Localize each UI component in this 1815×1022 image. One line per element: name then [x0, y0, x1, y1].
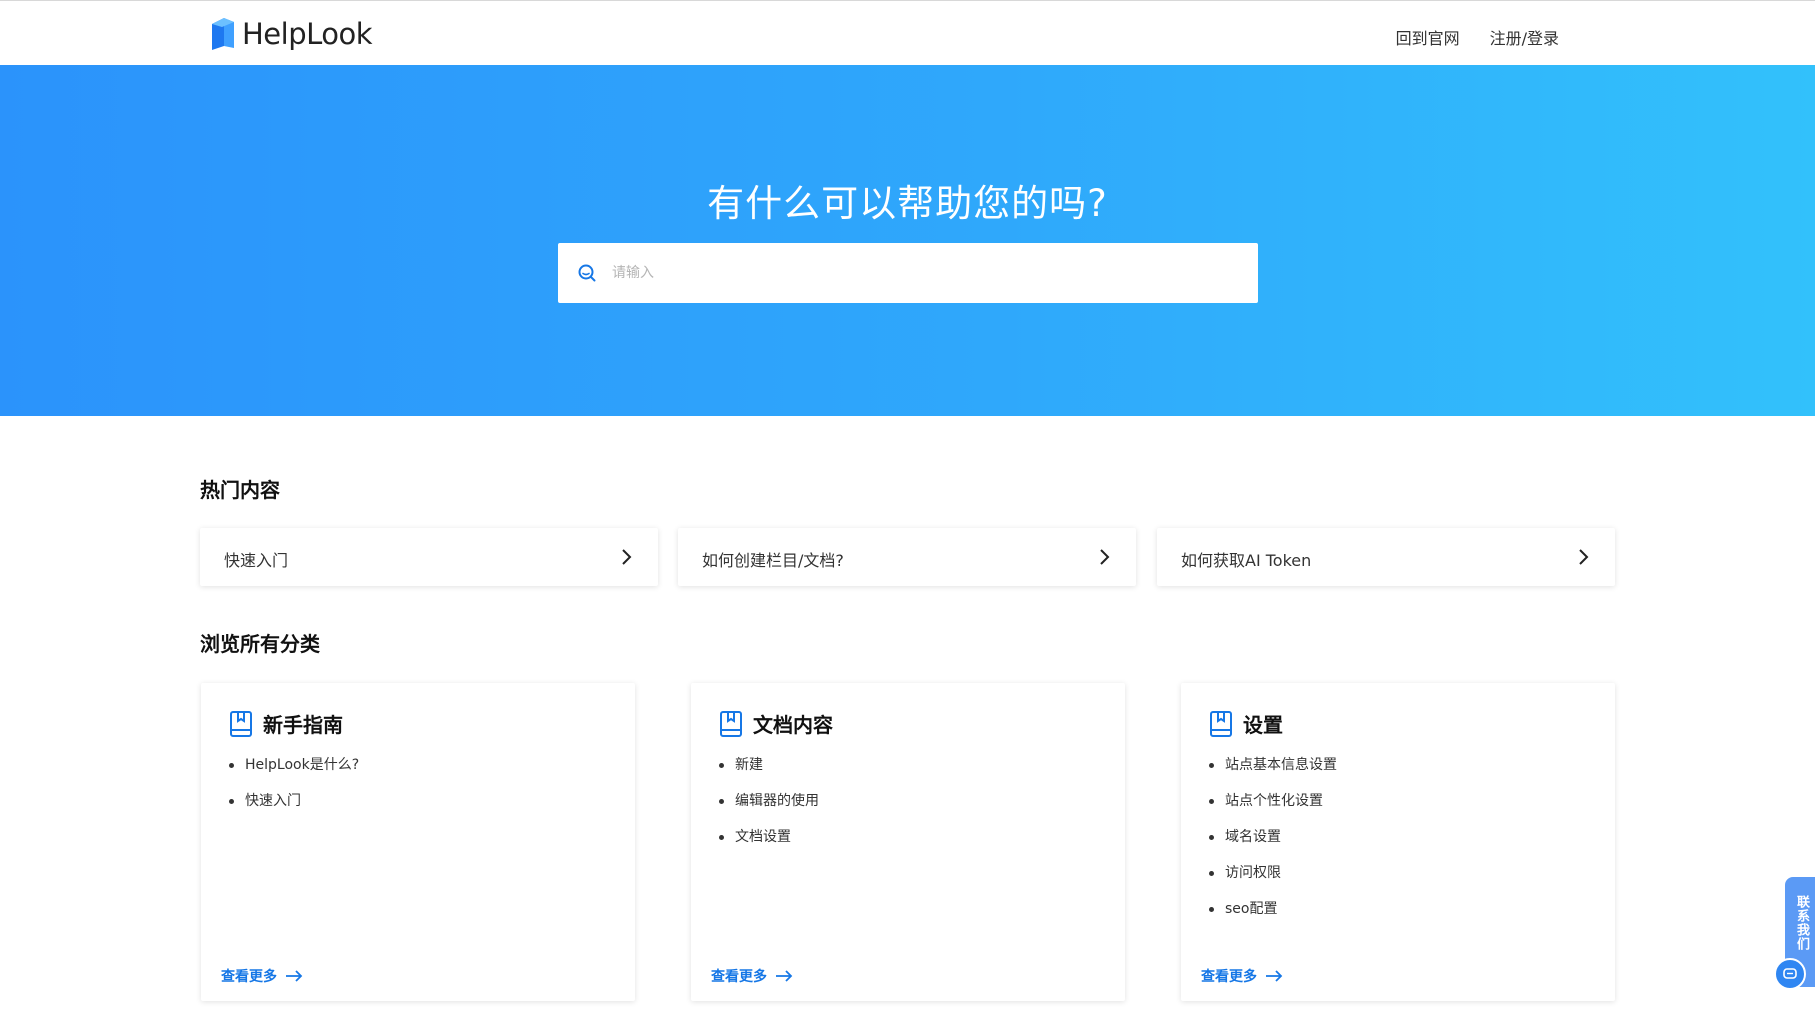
- hot-item-create-doc[interactable]: 如何创建栏目/文档?: [678, 528, 1136, 586]
- contact-us-label: 联系我们: [1794, 895, 1809, 951]
- category-article-link[interactable]: seo配置: [1209, 899, 1337, 935]
- category-article-link[interactable]: 新建: [719, 755, 819, 791]
- search-icon: [578, 264, 596, 282]
- hot-item-label: 如何获取AI Token: [1181, 551, 1312, 570]
- view-more-label: 查看更多: [221, 969, 277, 985]
- top-nav: 回到官网 注册/登录: [1396, 25, 1559, 49]
- category-article-link[interactable]: 站点基本信息设置: [1209, 755, 1337, 791]
- chevron-right-icon: [1100, 549, 1110, 565]
- category-article-link[interactable]: 域名设置: [1209, 827, 1337, 863]
- bullet: [719, 763, 724, 768]
- article-title: seo配置: [1225, 901, 1278, 917]
- search-box[interactable]: [558, 243, 1258, 303]
- hot-item-label: 快速入门: [224, 551, 289, 570]
- category-article-link[interactable]: 站点个性化设置: [1209, 791, 1337, 827]
- nav-back-to-site[interactable]: 回到官网: [1396, 25, 1460, 49]
- category-article-list: HelpLook是什么? 快速入门: [229, 755, 359, 827]
- article-title: 访问权限: [1225, 865, 1281, 881]
- bullet: [1209, 907, 1214, 912]
- bullet: [1209, 835, 1214, 840]
- nav-register-login[interactable]: 注册/登录: [1490, 25, 1559, 49]
- chevron-right-icon: [622, 549, 632, 565]
- hot-item-ai-token[interactable]: 如何获取AI Token: [1157, 528, 1615, 586]
- category-name: 新手指南: [263, 713, 343, 737]
- article-title: 编辑器的使用: [735, 793, 819, 809]
- hot-section-title: 热门内容: [200, 478, 280, 502]
- chat-icon: [1783, 968, 1797, 979]
- view-more-link[interactable]: 查看更多: [711, 966, 793, 986]
- article-title: 站点个性化设置: [1225, 793, 1323, 809]
- view-more-link[interactable]: 查看更多: [221, 966, 303, 986]
- bullet: [719, 835, 724, 840]
- article-title: 新建: [735, 757, 763, 773]
- book-icon: [230, 710, 252, 737]
- bullet: [1209, 799, 1214, 804]
- arrow-right-icon: [286, 970, 303, 982]
- view-more-label: 查看更多: [1201, 969, 1257, 985]
- category-article-list: 新建 编辑器的使用 文档设置: [719, 755, 819, 863]
- article-title: 快速入门: [245, 793, 301, 809]
- book-icon: [1210, 710, 1232, 737]
- chat-bubble-button[interactable]: [1774, 958, 1806, 990]
- category-header[interactable]: 设置: [1209, 709, 1283, 738]
- category-article-link[interactable]: 文档设置: [719, 827, 819, 863]
- bullet: [229, 763, 234, 768]
- book-icon: [720, 710, 742, 737]
- category-header[interactable]: 文档内容: [719, 709, 833, 738]
- category-name: 设置: [1243, 713, 1283, 737]
- bullet: [1209, 871, 1214, 876]
- hot-item-label: 如何创建栏目/文档?: [702, 551, 844, 570]
- category-card-beginner: 新手指南 HelpLook是什么? 快速入门 查看更多: [201, 683, 635, 1001]
- hero-title: 有什么可以帮助您的吗?: [707, 182, 1108, 225]
- article-title: 域名设置: [1225, 829, 1281, 845]
- bullet: [1209, 763, 1214, 768]
- article-title: 站点基本信息设置: [1225, 757, 1337, 773]
- hot-item-quick-start[interactable]: 快速入门: [200, 528, 658, 586]
- bullet: [719, 799, 724, 804]
- article-title: HelpLook是什么?: [245, 757, 360, 773]
- category-article-link[interactable]: 快速入门: [229, 791, 359, 827]
- category-header[interactable]: 新手指南: [229, 709, 343, 738]
- category-article-list: 站点基本信息设置 站点个性化设置 域名设置 访问权限 seo配置: [1209, 755, 1337, 935]
- helplook-logo[interactable]: HelpLook: [208, 15, 373, 53]
- article-title: 文档设置: [735, 829, 791, 845]
- category-card-doc-content: 文档内容 新建 编辑器的使用 文档设置 查看更多: [691, 683, 1125, 1001]
- category-name: 文档内容: [753, 713, 833, 737]
- bullet: [229, 799, 234, 804]
- chevron-right-icon: [1579, 549, 1589, 565]
- logo-icon: [212, 18, 234, 50]
- category-article-link[interactable]: 编辑器的使用: [719, 791, 819, 827]
- categories-section-title: 浏览所有分类: [200, 632, 320, 656]
- view-more-link[interactable]: 查看更多: [1201, 966, 1283, 986]
- category-card-settings: 设置 站点基本信息设置 站点个性化设置 域名设置 访问权限 seo配置 查看更多: [1181, 683, 1615, 1001]
- arrow-right-icon: [776, 970, 793, 982]
- category-article-link[interactable]: 访问权限: [1209, 863, 1337, 899]
- top-header: HelpLook 回到官网 注册/登录: [0, 0, 1815, 65]
- arrow-right-icon: [1266, 970, 1283, 982]
- category-article-link[interactable]: HelpLook是什么?: [229, 755, 359, 791]
- logo-text: HelpLook: [242, 17, 373, 51]
- search-input[interactable]: [610, 252, 1234, 294]
- hero-banner: 有什么可以帮助您的吗?: [0, 65, 1815, 416]
- view-more-label: 查看更多: [711, 969, 767, 985]
